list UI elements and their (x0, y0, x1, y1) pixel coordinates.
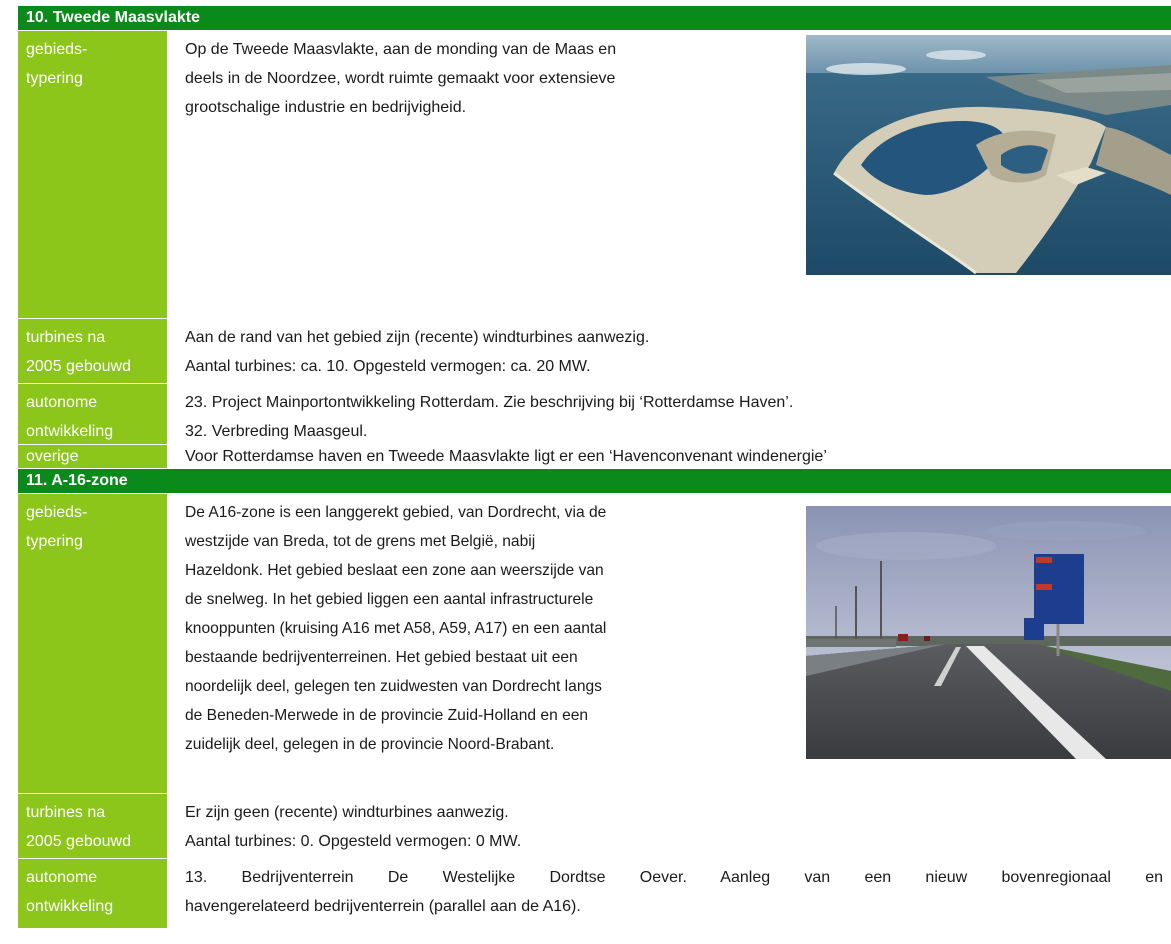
text-line: westzijde van Breda, tot de grens met Be… (185, 533, 536, 550)
row-overige: overige Voor Rotterdamse haven en Tweede… (18, 445, 1171, 469)
text-line: de snelweg. In het gebied liggen een aan… (185, 591, 594, 608)
text-line: havengerelateerd bedrijventerrein (paral… (185, 898, 581, 915)
label-line: ontwikkeling (26, 898, 114, 915)
text-line: noordelijk deel, gelegen ten zuidwesten … (185, 678, 602, 695)
row-content: Op de Tweede Maasvlakte, aan de monding … (169, 31, 1171, 318)
text-line: Aantal turbines: ca. 10. Opgesteld vermo… (185, 358, 591, 375)
row-content: Aan de rand van het gebied zijn (recente… (169, 319, 1171, 383)
label-line: gebieds- (26, 41, 88, 58)
row-label: overige (18, 445, 169, 468)
text-line: De A16-zone is een langgerekt gebied, va… (185, 504, 607, 521)
text-line: deels in de Noordzee, wordt ruimte gemaa… (185, 70, 616, 87)
text-line: grootschalige industrie en bedrijvigheid… (185, 99, 467, 116)
label-line: autonome (26, 869, 98, 886)
section-title: 11. A-16-zone (18, 469, 1171, 494)
label-line: typering (26, 70, 83, 87)
text-line: Aan de rand van het gebied zijn (recente… (185, 329, 650, 346)
label-line: typering (26, 533, 83, 550)
text-line: Op de Tweede Maasvlakte, aan de monding … (185, 41, 617, 58)
row-gebiedstypering: gebieds- typering Op de Tweede Maasvlakt… (18, 31, 1171, 319)
row-content: Er zijn geen (recente) windturbines aanw… (169, 794, 1171, 858)
label-line: 2005 gebouwd (26, 833, 131, 850)
label-line: turbines na (26, 329, 106, 346)
row-label: turbines na 2005 gebouwd (18, 794, 169, 858)
row-content: Voor Rotterdamse haven en Tweede Maasvla… (185, 448, 827, 465)
row-content: 13. Bedrijventerrein De Westelijke Dordt… (169, 859, 1171, 928)
text-line: 23. Project Mainportontwikkeling Rotterd… (185, 394, 794, 411)
text-line: Aantal turbines: 0. Opgesteld vermogen: … (185, 833, 522, 850)
text-line: 13. Bedrijventerrein De Westelijke Dordt… (185, 869, 1163, 886)
label-line: turbines na (26, 804, 106, 821)
row-turbines: turbines na 2005 gebouwd Aan de rand van… (18, 319, 1171, 384)
text-line: Hazeldonk. Het gebied beslaat een zone a… (185, 562, 604, 579)
row-label: gebieds- typering (18, 31, 169, 318)
row-label: gebieds- typering (18, 494, 169, 793)
label-line: gebieds- (26, 504, 88, 521)
document: 10. Tweede Maasvlakte gebieds- typering … (18, 6, 1171, 929)
text-line: Er zijn geen (recente) windturbines aanw… (185, 804, 509, 821)
row-gebiedstypering: gebieds- typering De A16-zone is een lan… (18, 494, 1171, 794)
text-line: knooppunten (kruising A16 met A58, A59, … (185, 620, 607, 637)
row-label: autonome ontwikkeling (18, 384, 169, 444)
section-title: 10. Tweede Maasvlakte (18, 6, 1171, 31)
row-content: De A16-zone is een langgerekt gebied, va… (169, 494, 1171, 793)
label-line: 2005 gebouwd (26, 358, 131, 375)
text-line: zuidelijk deel, gelegen in de provincie … (185, 736, 555, 753)
text-line: bestaande bedrijventerreinen. Het gebied… (185, 649, 578, 666)
row-label: autonome ontwikkeling (18, 859, 169, 928)
row-label: turbines na 2005 gebouwd (18, 319, 169, 383)
row-content: 23. Project Mainportontwikkeling Rotterd… (169, 384, 1171, 444)
row-autonome-ontwikkeling: autonome ontwikkeling 23. Project Mainpo… (18, 384, 1171, 445)
aerial-harbor-photo (806, 35, 1171, 275)
highway-photo (806, 506, 1171, 759)
text-line: 32. Verbreding Maasgeul. (185, 423, 368, 440)
row-autonome-ontwikkeling: autonome ontwikkeling 13. Bedrijventerre… (18, 859, 1171, 929)
row-turbines: turbines na 2005 gebouwd Er zijn geen (r… (18, 794, 1171, 859)
label-line: autonome (26, 394, 98, 411)
label-line: ontwikkeling (26, 423, 114, 440)
text-line: de Beneden-Merwede in de provincie Zuid-… (185, 707, 589, 724)
